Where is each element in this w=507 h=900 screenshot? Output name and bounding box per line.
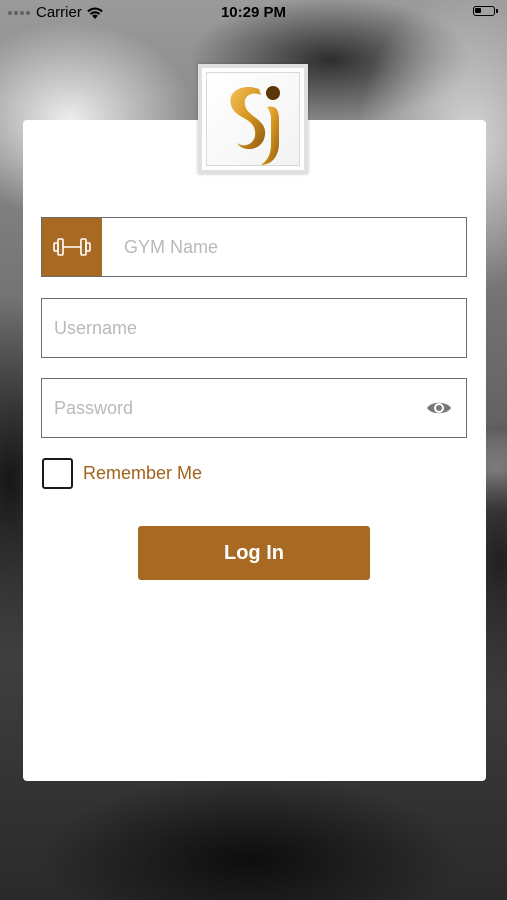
remember-me-label: Remember Me — [83, 463, 203, 483]
eye-icon[interactable] — [426, 399, 452, 417]
gym-icon-box — [42, 218, 102, 276]
status-bar: Carrier 10:29 PM — [0, 0, 507, 26]
remember-me-toggle[interactable]: Remember Me — [42, 458, 202, 489]
remember-me-checkbox[interactable] — [42, 458, 73, 489]
status-time: 10:29 PM — [220, 4, 287, 21]
app-logo — [198, 64, 308, 174]
login-button[interactable]: Log In — [138, 526, 370, 580]
password-input[interactable] — [52, 379, 416, 437]
login-screen: Carrier 10:29 PM GYM Name Username Remem… — [0, 0, 507, 900]
app-logo-icon — [206, 72, 300, 166]
username-input[interactable] — [52, 299, 456, 357]
gym-name-input[interactable] — [122, 218, 456, 276]
logo-mark-icon — [230, 86, 280, 165]
dumbbell-icon — [53, 238, 91, 256]
battery-icon — [473, 6, 498, 16]
gym-name-field — [41, 217, 467, 277]
username-field — [41, 298, 467, 358]
password-field — [41, 378, 467, 438]
